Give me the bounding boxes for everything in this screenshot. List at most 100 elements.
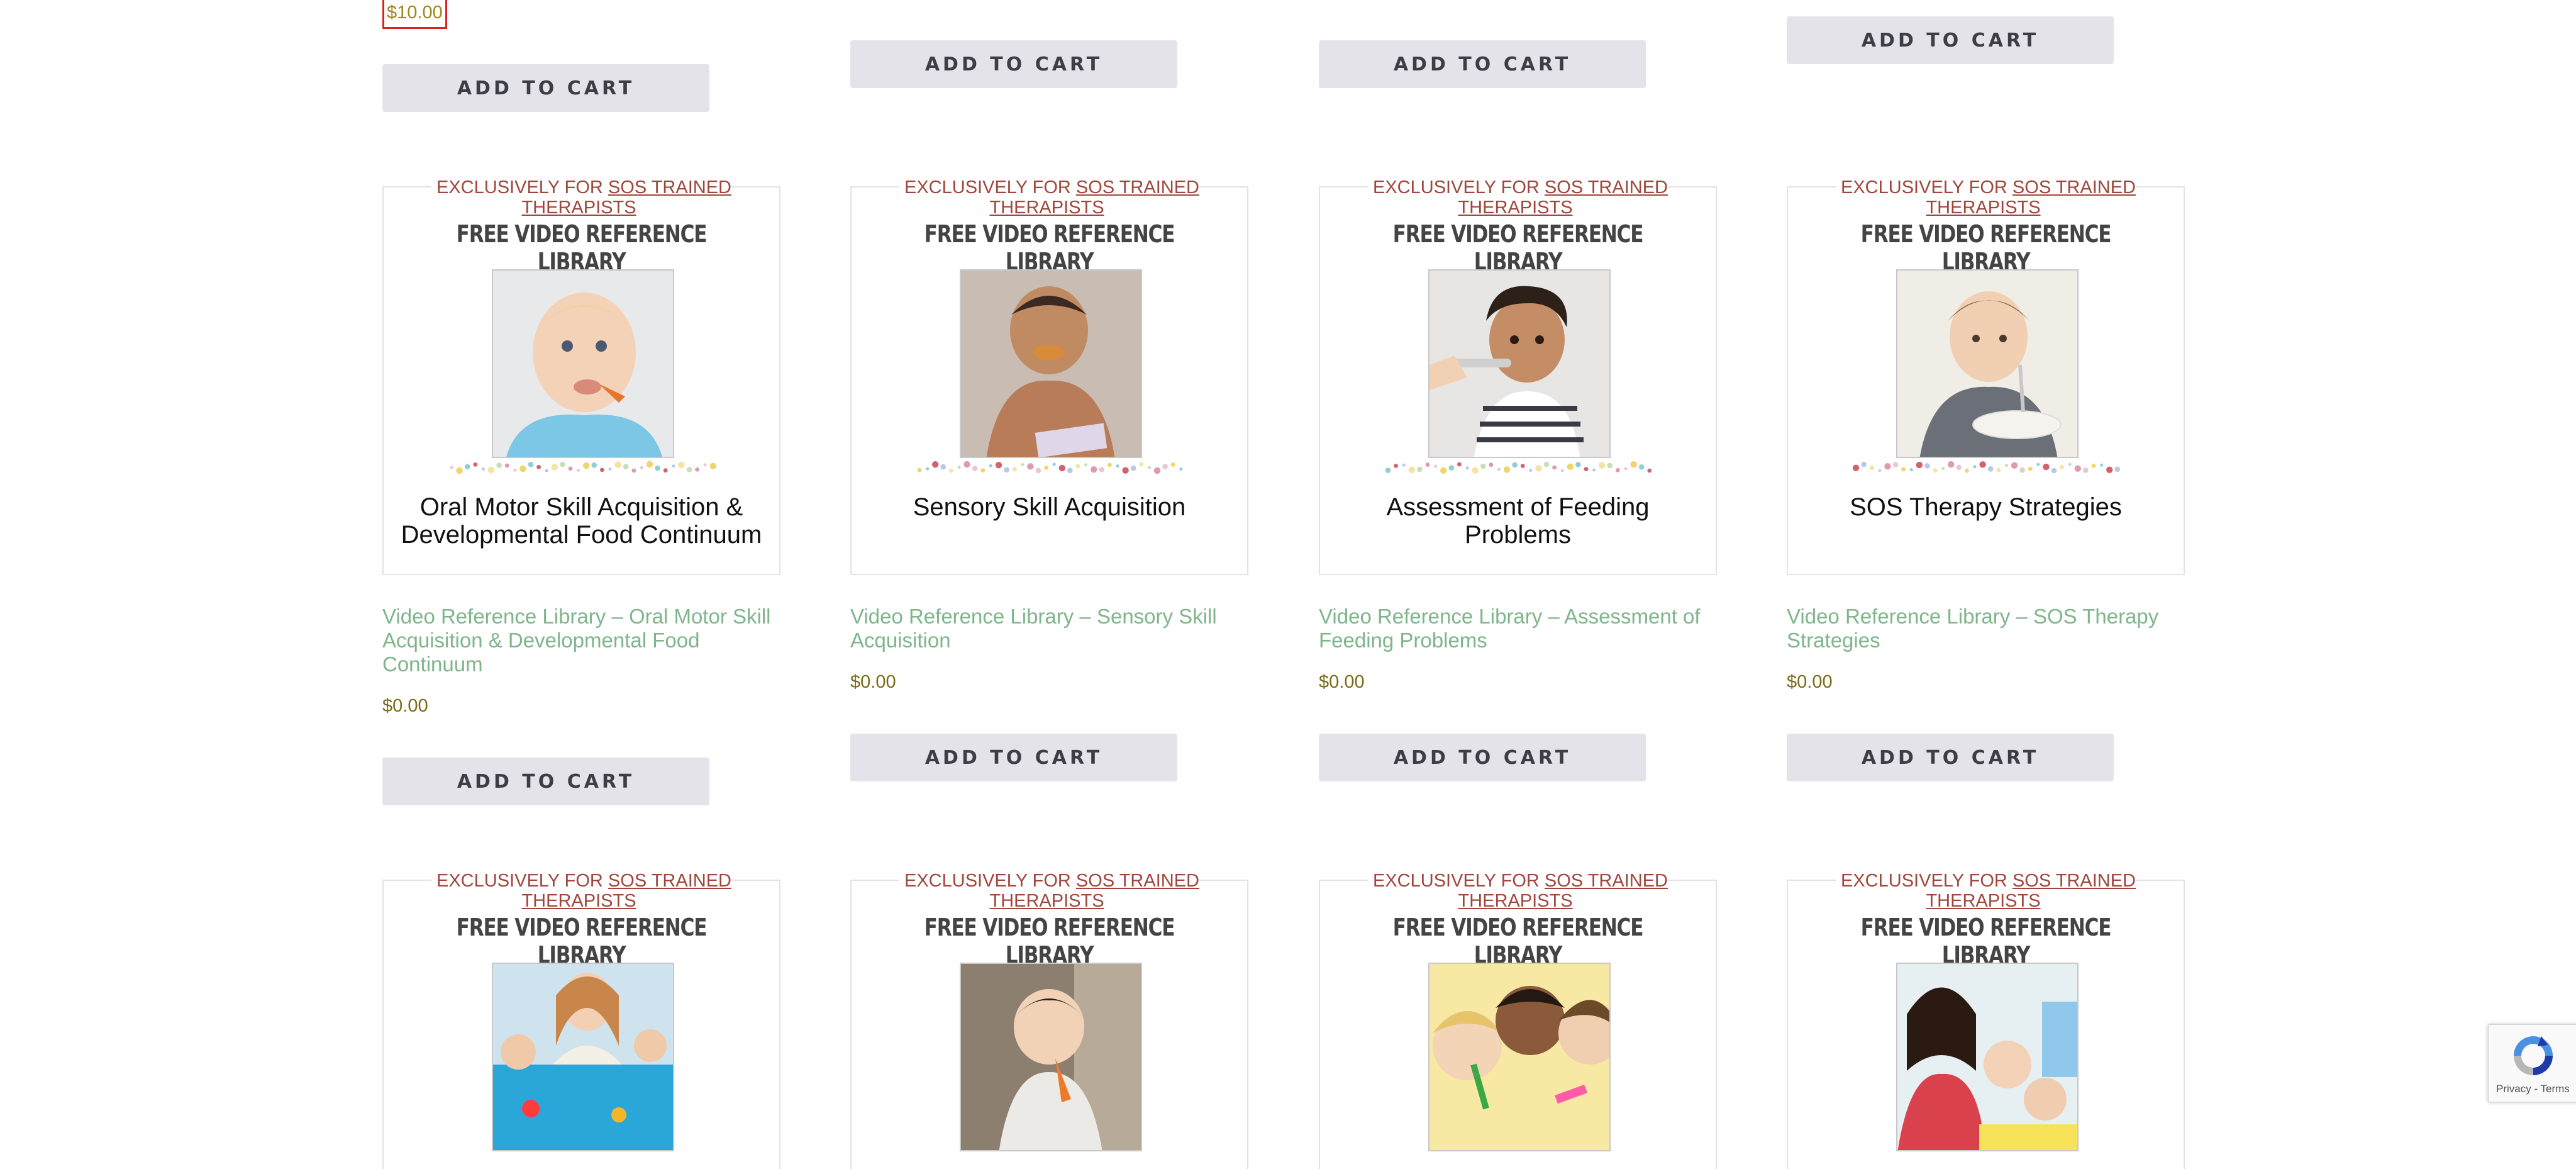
confetti-dot <box>1139 462 1144 467</box>
confetti-dot <box>932 461 939 468</box>
confetti-dot <box>1067 467 1073 474</box>
confetti-dot <box>1647 468 1652 473</box>
confetti-dot <box>1162 464 1168 469</box>
confetti-dot <box>995 462 1002 469</box>
add-to-cart-button[interactable]: ADD TO CART <box>1787 734 2114 781</box>
confetti-dot <box>487 466 495 474</box>
product-card-image[interactable]: EXCLUSIVELY FOR SOS TRAINED THERAPISTS F… <box>850 177 1248 575</box>
card-title: Assessment of Feeding Problems <box>1386 493 1650 549</box>
confetti-dot <box>1987 466 1994 472</box>
product-card-image[interactable]: EXCLUSIVELY FOR SOS TRAINED THERAPISTS F… <box>382 871 780 1169</box>
confetti-dot <box>513 468 517 472</box>
card-title: Sensory Skill Acquisition <box>913 493 1186 521</box>
add-to-cart-button[interactable]: ADD TO CART <box>1787 16 2114 64</box>
product-price: $0.00 <box>850 672 896 692</box>
recaptcha-badge[interactable]: Privacy - Terms <box>2488 1024 2576 1102</box>
confetti-dot <box>1520 464 1525 468</box>
confetti-dot <box>2083 467 2089 473</box>
confetti-dot <box>709 462 716 470</box>
exclusive-banner: EXCLUSIVELY FOR SOS TRAINED THERAPISTS <box>1788 871 2184 911</box>
product-photo <box>492 269 674 458</box>
confetti-dot <box>600 467 604 473</box>
product-price: $0.00 <box>382 696 428 716</box>
confetti-dot <box>940 464 947 470</box>
confetti-dot <box>1425 462 1430 467</box>
confetti-dot <box>1575 462 1581 467</box>
confetti-dot <box>560 461 565 467</box>
library-heading: FREE VIDEO REFERENCE LIBRARY <box>1392 220 1644 276</box>
add-to-cart-button[interactable]: ADD TO CART <box>382 758 709 805</box>
confetti-dot <box>655 465 660 471</box>
product-card-image[interactable]: EXCLUSIVELY FOR SOS TRAINED THERAPISTS F… <box>1319 871 1717 1169</box>
recaptcha-terms[interactable]: Privacy - Terms <box>2496 1083 2570 1095</box>
confetti-dot <box>519 465 526 473</box>
product-link[interactable]: Video Reference Library – Assessment of … <box>1319 605 1721 652</box>
confetti-dot <box>450 466 453 469</box>
confetti-dot <box>1979 461 1986 468</box>
confetti-dot <box>545 469 548 473</box>
add-to-cart-button[interactable]: ADD TO CART <box>850 734 1177 781</box>
add-to-cart-button[interactable]: ADD TO CART <box>850 40 1177 88</box>
confetti-dot <box>2091 463 2096 468</box>
confetti-dot <box>646 461 653 468</box>
confetti-dot <box>1616 467 1620 473</box>
confetti-dot <box>1560 469 1564 473</box>
library-heading: FREE VIDEO REFERENCE LIBRARY <box>1392 914 1644 969</box>
confetti-dot <box>1599 462 1606 469</box>
product-photo <box>1896 269 2079 458</box>
product-card-image[interactable]: EXCLUSIVELY FOR SOS TRAINED THERAPISTS F… <box>1787 871 2185 1169</box>
confetti-dot <box>2011 462 2018 469</box>
product-price: $0.00 <box>1787 672 1833 692</box>
confetti-dot <box>577 468 580 472</box>
add-to-cart-button[interactable]: ADD TO CART <box>1319 734 1646 781</box>
library-heading: FREE VIDEO REFERENCE LIBRARY <box>924 914 1175 969</box>
product-card-image[interactable]: EXCLUSIVELY FOR SOS TRAINED THERAPISTS F… <box>850 871 1248 1169</box>
confetti-dot <box>1933 468 1938 473</box>
exclusive-banner: EXCLUSIVELY FOR SOS TRAINED THERAPISTS <box>384 177 779 218</box>
confetti-dot <box>1465 466 1469 470</box>
card-title: Oral Motor Skill Acquisition & Developme… <box>401 493 762 549</box>
confetti-dot <box>608 467 612 471</box>
confetti-dot <box>949 468 953 473</box>
exclusive-banner: EXCLUSIVELY FOR SOS TRAINED THERAPISTS <box>1320 871 1716 911</box>
confetti-dot <box>1480 463 1486 469</box>
confetti-dot <box>663 468 668 473</box>
confetti-dot <box>456 467 463 474</box>
confetti-dot <box>1924 463 1930 469</box>
product-photo <box>1896 963 2079 1151</box>
confetti-dot <box>1130 465 1136 471</box>
confetti-dot <box>1948 461 1955 468</box>
confetti-dot <box>2043 463 2050 471</box>
confetti-dot <box>1567 463 1574 470</box>
confetti-dot <box>1122 467 1129 474</box>
confetti-dot <box>703 463 707 467</box>
library-heading: FREE VIDEO REFERENCE LIBRARY <box>456 220 708 276</box>
confetti-dot <box>1058 464 1065 472</box>
confetti-dot <box>2074 465 2081 472</box>
confetti-dot <box>1091 466 1097 473</box>
product-photo <box>960 963 1142 1151</box>
confetti-dot <box>1878 469 1882 473</box>
product-card-image[interactable]: EXCLUSIVELY FOR SOS TRAINED THERAPISTS F… <box>1319 177 1717 575</box>
confetti-dot <box>1108 462 1112 467</box>
product-card-image[interactable]: EXCLUSIVELY FOR SOS TRAINED THERAPISTS F… <box>1787 177 2185 575</box>
library-heading: FREE VIDEO REFERENCE LIBRARY <box>1860 914 2112 969</box>
confetti-dot <box>1884 462 1891 470</box>
confetti-dot <box>504 463 509 468</box>
product-link[interactable]: Video Reference Library – Sensory Skill … <box>850 605 1253 652</box>
add-to-cart-button[interactable]: ADD TO CART <box>1319 40 1646 88</box>
confetti-dot <box>1624 467 1628 471</box>
confetti-dot <box>917 467 922 473</box>
product-link[interactable]: Video Reference Library – Oral Motor Ski… <box>382 605 785 676</box>
add-to-cart-button[interactable]: ADD TO CART <box>382 64 709 112</box>
product-link[interactable]: Video Reference Library – SOS Therapy St… <box>1787 605 2189 652</box>
product-photo <box>1428 269 1611 458</box>
confetti-dot <box>1503 466 1511 473</box>
confetti-dot <box>1012 467 1017 472</box>
library-heading: FREE VIDEO REFERENCE LIBRARY <box>924 220 1175 276</box>
confetti-dot <box>464 464 470 470</box>
confetti-dot <box>1402 463 1406 467</box>
product-card-image[interactable]: EXCLUSIVELY FOR SOS TRAINED THERAPISTS F… <box>382 177 780 575</box>
confetti-dot <box>1552 465 1557 470</box>
confetti-dot <box>672 464 675 468</box>
